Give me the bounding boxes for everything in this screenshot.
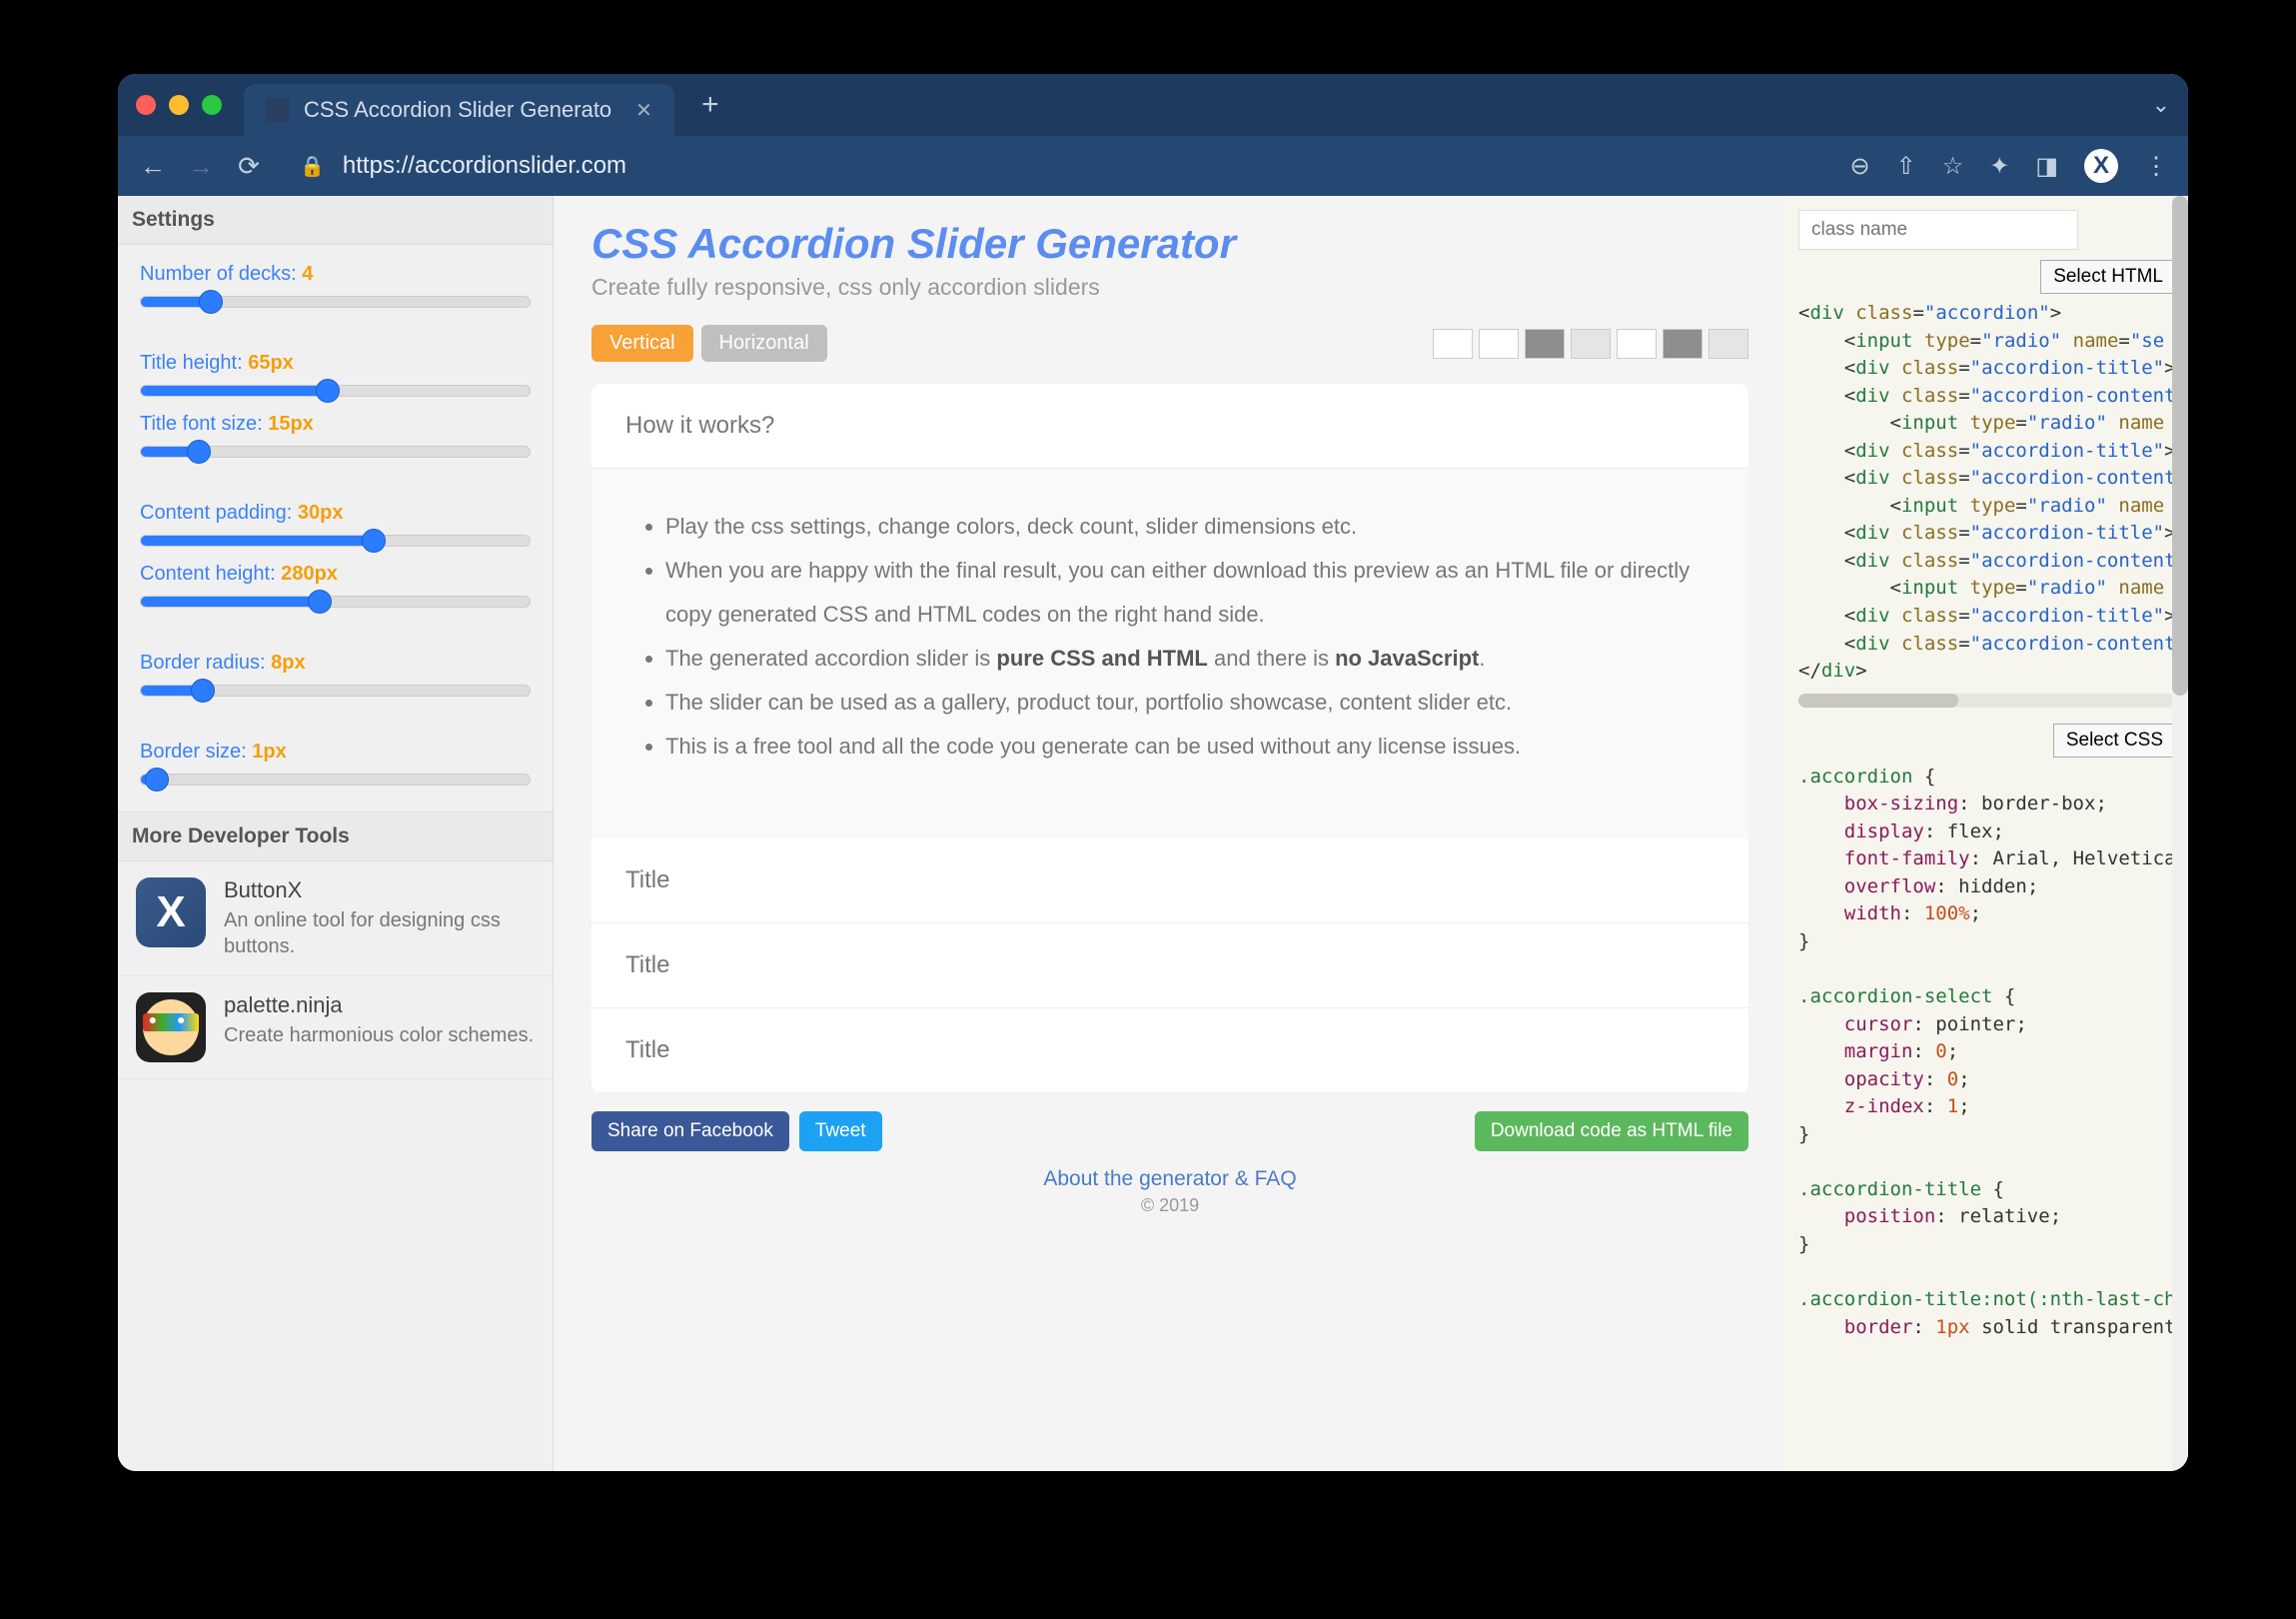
nav-back-icon[interactable]: ←: [138, 151, 168, 182]
color-swatch[interactable]: [1525, 329, 1565, 359]
slider-label: Title font size: 15px: [140, 413, 531, 436]
new-tab-button[interactable]: +: [692, 87, 728, 123]
select-css-button[interactable]: Select CSS: [2053, 724, 2176, 758]
settings-heading: Settings: [118, 196, 553, 245]
slider-label: Content padding: 30px: [140, 502, 531, 525]
bullet-item: Play the css settings, change colors, de…: [665, 505, 1705, 549]
browser-tab[interactable]: CSS Accordion Slider Generato ✕: [244, 84, 674, 136]
tab-vertical[interactable]: Vertical: [591, 325, 693, 362]
lock-icon: 🔒: [300, 154, 325, 179]
main-content: CSS Accordion Slider Generator Create fu…: [554, 196, 1786, 1471]
footer-about-link[interactable]: About the generator & FAQ: [1043, 1167, 1296, 1190]
slider-track[interactable]: [140, 685, 531, 697]
browser-titlebar: CSS Accordion Slider Generato ✕ + ⌄: [118, 74, 2188, 136]
bullet-item: When you are happy with the final result…: [665, 549, 1705, 637]
slider-label: Content height: 280px: [140, 563, 531, 586]
color-swatch[interactable]: [1663, 329, 1703, 359]
color-swatch[interactable]: [1709, 329, 1748, 359]
slider-track[interactable]: [140, 446, 531, 458]
slider-track[interactable]: [140, 774, 531, 786]
slider-track[interactable]: [140, 535, 531, 547]
tool-desc: Create harmonious color schemes.: [224, 1022, 535, 1048]
slider-track[interactable]: [140, 296, 531, 308]
accordion-content: Play the css settings, change colors, de…: [591, 469, 1748, 838]
share-icon[interactable]: ⇧: [1896, 152, 1916, 181]
panel-icon[interactable]: ◨: [2035, 152, 2058, 181]
tab-horizontal[interactable]: Horizontal: [701, 325, 827, 362]
code-panel: Select HTML <div class="accordion"> <inp…: [1786, 196, 2188, 1471]
slider-label: Title height: 65px: [140, 352, 531, 375]
profile-avatar[interactable]: X: [2084, 149, 2118, 183]
tool-name: palette.ninja: [224, 992, 535, 1018]
accordion-title[interactable]: How it works?: [591, 384, 1748, 469]
share-tweet-button[interactable]: Tweet: [799, 1111, 882, 1151]
footer-copyright: © 2019: [591, 1195, 1748, 1216]
zoom-icon[interactable]: ⊖: [1849, 152, 1869, 181]
accordion-title[interactable]: Title: [591, 1008, 1748, 1093]
page-subtitle: Create fully responsive, css only accord…: [591, 274, 1748, 301]
window-minimize[interactable]: [169, 95, 189, 115]
accordion-title[interactable]: Title: [591, 838, 1748, 923]
tab-title: CSS Accordion Slider Generato: [304, 97, 611, 123]
slider-label: Border radius: 8px: [140, 652, 531, 675]
extensions-icon[interactable]: ✦: [1989, 152, 2009, 181]
bullet-item: The slider can be used as a gallery, pro…: [665, 681, 1705, 725]
nav-forward-icon[interactable]: →: [186, 151, 216, 182]
page-title: CSS Accordion Slider Generator: [591, 220, 1748, 268]
tool-icon: X: [136, 877, 206, 947]
page-scrollbar[interactable]: [2172, 196, 2188, 1471]
html-code[interactable]: <div class="accordion"> <input type="rad…: [1798, 300, 2176, 686]
color-swatch[interactable]: [1479, 329, 1519, 359]
tool-name: ButtonX: [224, 877, 535, 903]
tool-item[interactable]: palette.ninja Create harmonious color sch…: [118, 976, 553, 1079]
url-bar: ← → ⟳ 🔒 https://accordionslider.com ⊖ ⇧ …: [118, 136, 2188, 196]
tool-item[interactable]: X ButtonX An online tool for designing cs…: [118, 861, 553, 976]
color-swatch[interactable]: [1571, 329, 1611, 359]
accordion-preview: How it works? Play the css settings, cha…: [591, 384, 1748, 1093]
slider-track[interactable]: [140, 385, 531, 397]
select-html-button[interactable]: Select HTML: [2040, 260, 2176, 294]
slider-label: Border size: 1px: [140, 741, 531, 764]
tool-desc: An online tool for designing css buttons…: [224, 907, 535, 959]
bullet-item: This is a free tool and all the code you…: [665, 725, 1705, 769]
favicon-icon: [266, 98, 290, 122]
star-icon[interactable]: ☆: [1942, 152, 1964, 181]
download-button[interactable]: Download code as HTML file: [1475, 1111, 1748, 1151]
color-swatch[interactable]: [1433, 329, 1473, 359]
url-text[interactable]: https://accordionslider.com: [343, 152, 626, 180]
bullet-item: The generated accordion slider is pure C…: [665, 637, 1705, 681]
window-close[interactable]: [136, 95, 156, 115]
horizontal-scrollbar[interactable]: [1798, 694, 2176, 708]
accordion-title[interactable]: Title: [591, 923, 1748, 1008]
window-maximize[interactable]: [202, 95, 222, 115]
nav-reload-icon[interactable]: ⟳: [234, 151, 264, 182]
menu-icon[interactable]: ⋮: [2144, 152, 2168, 181]
css-code[interactable]: .accordion { box-sizing: border-box; dis…: [1798, 764, 2176, 1341]
color-swatch[interactable]: [1617, 329, 1657, 359]
classname-input[interactable]: [1798, 210, 2078, 250]
slider-label: Number of decks: 4: [140, 263, 531, 286]
settings-sidebar: Settings Number of decks: 4 Title height…: [118, 196, 554, 1471]
close-tab-icon[interactable]: ✕: [635, 98, 652, 123]
tool-icon: [136, 992, 206, 1062]
tabs-dropdown-icon[interactable]: ⌄: [2152, 92, 2170, 118]
share-facebook-button[interactable]: Share on Facebook: [591, 1111, 789, 1151]
slider-track[interactable]: [140, 596, 531, 608]
more-tools-heading: More Developer Tools: [118, 811, 553, 861]
